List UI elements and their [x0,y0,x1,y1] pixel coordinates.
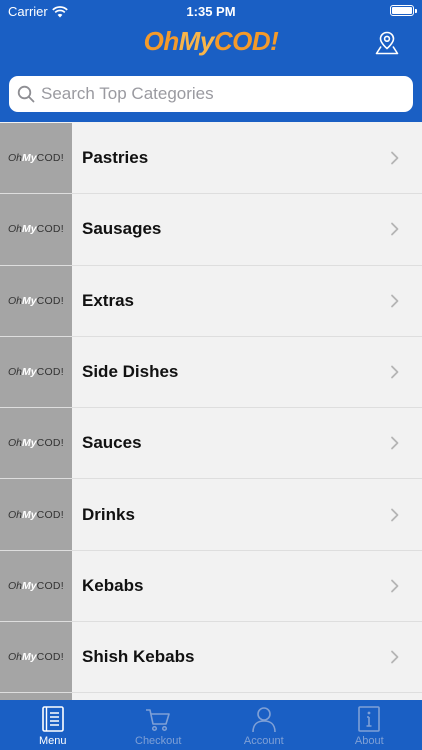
category-row[interactable]: Oh My COD! Side Dishes [0,336,422,409]
chevron-right-icon [391,650,399,664]
category-label: Kebabs [82,575,144,595]
category-thumbnail: Oh My COD! [0,479,72,550]
category-row[interactable]: Oh My COD! Pastries [0,123,422,195]
chevron-right-icon [391,223,399,236]
thumb-cod: COD! [36,366,65,379]
category-thumbnail: Oh My COD! [0,336,72,408]
category-label: Extras [82,290,134,310]
category-label: Side Dishes [82,362,179,382]
thumb-oh: Oh [7,579,22,592]
thumb-oh: Oh [7,651,22,664]
category-row-partial[interactable] [0,693,422,700]
thumb-oh: Oh [7,152,22,165]
tab-menu-label: Menu [38,735,67,747]
thumb-my: My [21,437,37,450]
thumb-my: My [21,152,37,165]
chevron-right-icon [391,294,399,308]
thumb-my: My [21,366,37,379]
status-time: 1:35 PM [186,4,236,19]
category-thumbnail: Oh My COD! [0,622,72,693]
chevron-right-icon [391,151,399,165]
chevron-right-icon [391,579,399,593]
search-input[interactable] [41,84,401,104]
battery-icon [390,5,417,16]
category-thumbnail: Oh My COD! [0,123,72,194]
thumb-cod: COD! [36,152,65,165]
thumb-cod: COD! [36,579,65,592]
category-label: Sausages [82,219,162,239]
nav-bar: OhMyCOD! [0,22,422,64]
thumb-oh: Oh [7,294,22,307]
thumb-cod: COD! [36,508,65,521]
category-thumbnail: Oh My COD! [0,194,72,265]
thumb-oh: Oh [7,437,22,450]
thumb-cod: COD! [36,223,65,236]
category-label: Drinks [82,504,135,524]
tab-about[interactable]: About [317,700,422,750]
category-row[interactable]: Oh My COD! Shish Kebabs [0,622,422,694]
tab-menu[interactable]: Menu [0,700,106,750]
brand-cod: COD! [213,26,279,56]
category-list: Oh My COD! Pastries Oh My COD! Sausages Oh My… [0,123,422,700]
chevron-right-icon [391,508,399,522]
thumb-cod: COD! [36,437,65,450]
thumb-my: My [21,508,37,521]
tab-account-label: Account [243,735,284,747]
status-bar: Carrier 1:35 PM [0,0,422,22]
menu-book-icon [41,706,64,732]
brand-my: My [178,26,215,56]
category-row[interactable]: Oh My COD! Kebabs [0,550,422,623]
thumb-oh: Oh [7,366,22,379]
tab-checkout[interactable]: Checkout [106,700,212,750]
brand-logo: OhMyCOD! [0,26,422,57]
user-icon [251,707,276,733]
search-bar [0,64,422,122]
thumb-cod: COD! [36,651,65,664]
category-thumbnail [0,693,72,700]
thumb-my: My [21,579,37,592]
brand-oh: Oh [143,26,180,56]
cart-icon [146,709,171,732]
thumb-cod: COD! [36,294,65,307]
tab-checkout-label: Checkout [135,735,182,747]
thumb-my: My [21,651,37,664]
category-thumbnail: Oh My COD! [0,408,72,479]
category-label: Pastries [82,148,149,168]
chevron-right-icon [391,365,399,379]
tab-about-label: About [354,735,384,747]
thumb-my: My [21,294,37,307]
category-row[interactable]: Oh My COD! Sausages [0,194,422,266]
category-row[interactable]: Oh My COD! Sauces [0,408,422,480]
category-label: Sauces [82,433,142,453]
search-field[interactable] [9,76,413,112]
category-row[interactable]: Oh My COD! Extras [0,265,422,337]
tab-account[interactable]: Account [211,700,317,750]
category-thumbnail: Oh My COD! [0,265,72,336]
thumb-my: My [21,223,37,236]
tab-bar: Menu Checkout Account About [0,700,422,750]
chevron-right-icon [391,436,399,450]
category-thumbnail: Oh My COD! [0,550,72,622]
thumb-oh: Oh [7,508,22,521]
map-location-icon[interactable] [374,30,400,56]
category-row[interactable]: Oh My COD! Drinks [0,479,422,551]
info-icon [358,706,381,732]
search-icon [17,85,35,103]
thumb-oh: Oh [7,223,22,236]
category-label: Shish Kebabs [82,647,195,667]
